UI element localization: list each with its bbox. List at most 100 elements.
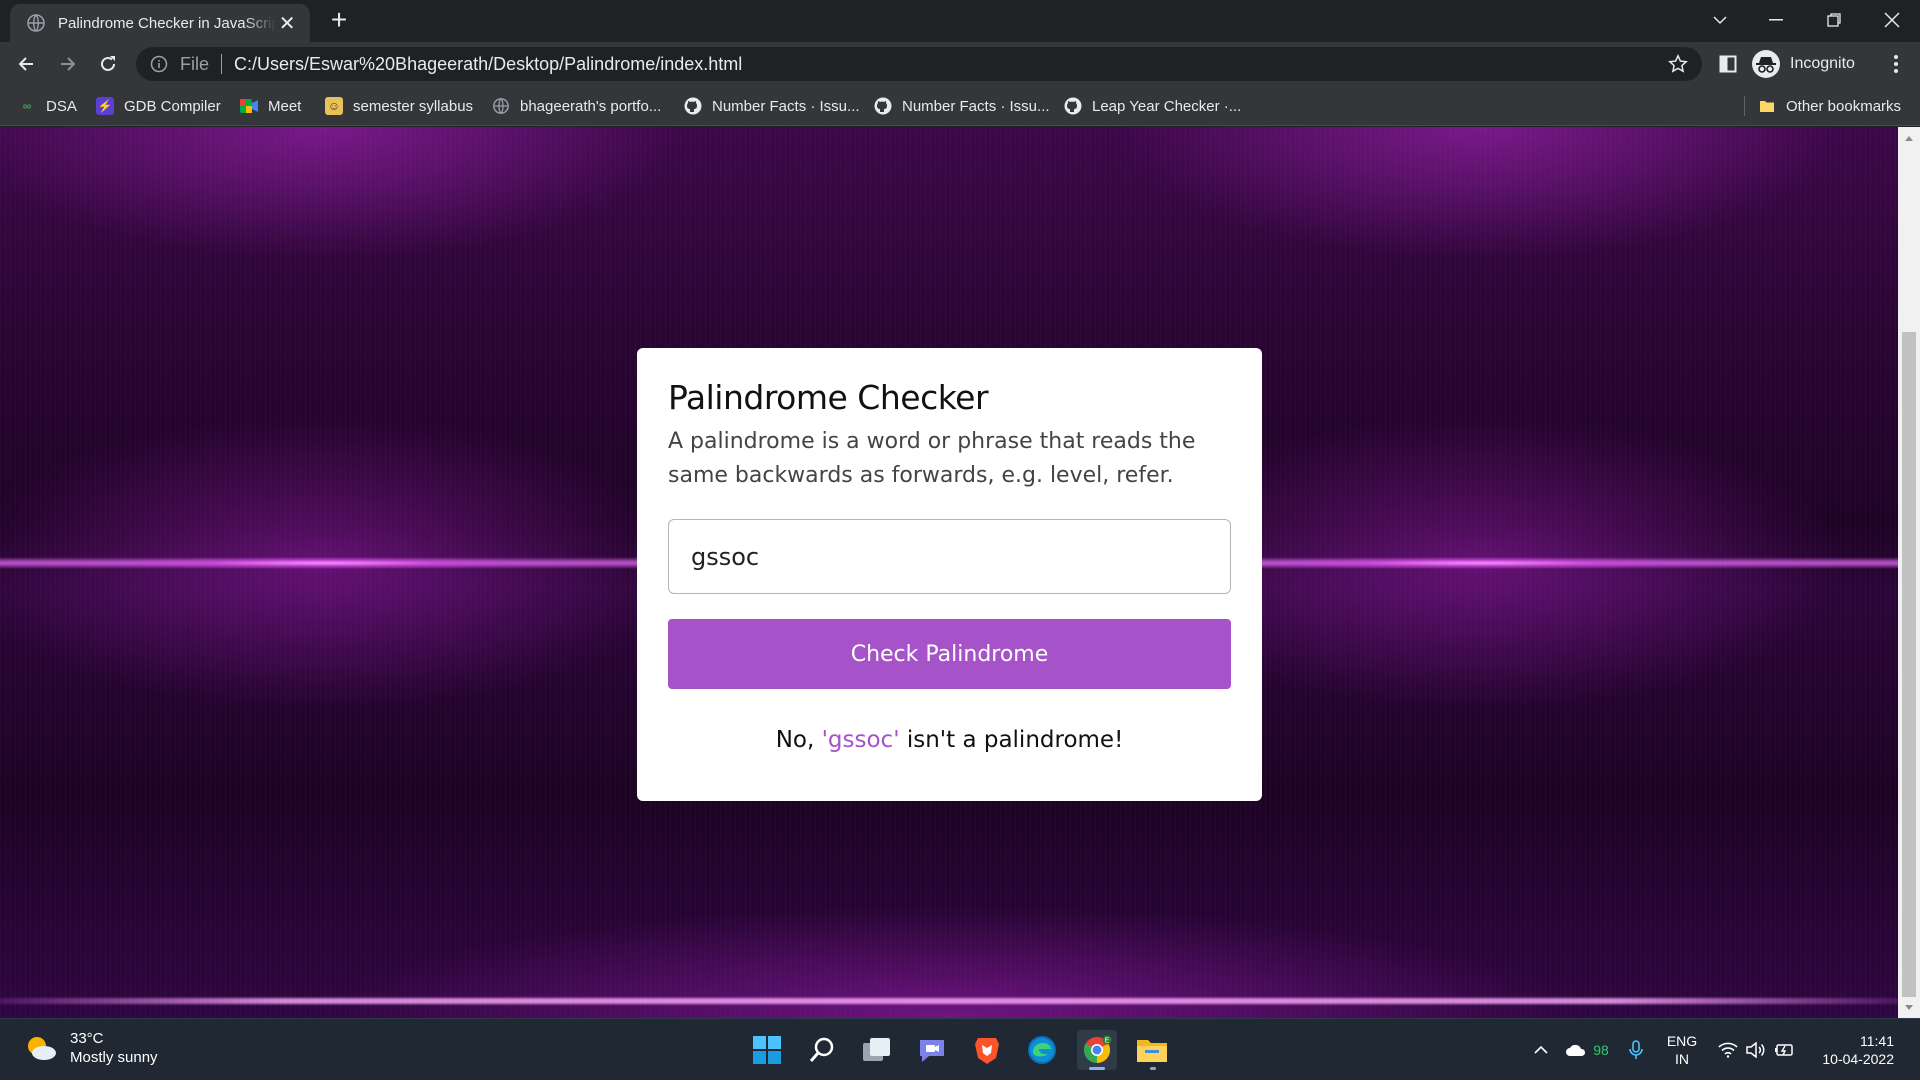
back-icon[interactable] [10, 48, 42, 80]
bookmark-gdb-compiler[interactable]: ⚡ GDB Compiler [96, 86, 221, 126]
url-text[interactable]: C:/Users/Eswar%20Bhageerath/Desktop/Pali… [234, 54, 742, 75]
onedrive-tray[interactable]: 98 [1558, 1019, 1616, 1080]
github-icon [1064, 97, 1082, 115]
bookmark-meet[interactable]: Meet [240, 86, 301, 126]
bookmark-label: Leap Year Checker ·... [1092, 97, 1242, 115]
quick-settings-button[interactable] [1716, 1019, 1796, 1080]
chat-icon [920, 1040, 944, 1062]
description-text: A palindrome is a word or phrase that re… [668, 429, 1196, 488]
reload-icon[interactable] [92, 48, 124, 80]
bookmark-portfolio[interactable]: bhageerath's portfo... [492, 86, 661, 126]
scheme-label: File [180, 53, 210, 74]
chevron-up-icon [1534, 1045, 1548, 1054]
result-message: No, 'gssoc' isn't a palindrome! [668, 727, 1231, 753]
incognito-icon [1752, 50, 1780, 78]
profile-label: Incognito [1790, 55, 1855, 72]
svg-text:E: E [1105, 1038, 1110, 1045]
tab-close-icon[interactable]: ✕ [276, 11, 298, 36]
bookmark-label: Number Facts · Issu... [902, 97, 1050, 115]
other-bookmarks[interactable]: Other bookmarks [1758, 86, 1901, 126]
incognito-profile-button[interactable]: Incognito [1752, 48, 1855, 80]
language-indicator[interactable]: ENG IN [1660, 1019, 1704, 1080]
start-button[interactable] [747, 1030, 787, 1070]
clock-time: 11:41 [1860, 1033, 1894, 1049]
battery-icon [1775, 1044, 1793, 1056]
restore-icon[interactable] [1806, 0, 1862, 40]
weather-text: 33°C Mostly sunny [70, 1029, 158, 1067]
scroll-down-icon[interactable] [1904, 1003, 1914, 1013]
tab-strip: Palindrome Checker in JavaScript ✕ + [0, 0, 1920, 42]
dsa-icon: ∞ [22, 99, 32, 113]
bookmark-dsa[interactable]: ∞ DSA [18, 86, 77, 126]
chrome-icon: E [1083, 1035, 1112, 1064]
edge-button[interactable] [1022, 1030, 1062, 1070]
wifi-icon [1718, 1042, 1738, 1058]
taskbar-search-button[interactable] [802, 1030, 842, 1070]
more-menu-icon[interactable] [1880, 48, 1912, 80]
info-icon[interactable] [150, 55, 168, 73]
browser-tab[interactable]: Palindrome Checker in JavaScript ✕ [10, 4, 310, 42]
result-prefix: No, [775, 727, 822, 753]
task-view-button[interactable] [857, 1030, 897, 1070]
bookmark-number-facts-1[interactable]: Number Facts · Issu... [684, 86, 860, 126]
show-hidden-icons-button[interactable] [1530, 1019, 1552, 1080]
bookmark-label: Meet [268, 97, 302, 115]
bookmark-label: semester syllabus [353, 97, 474, 115]
chat-button[interactable] [912, 1030, 952, 1070]
microphone-tray[interactable] [1622, 1019, 1650, 1080]
check-palindrome-button[interactable]: Check Palindrome [668, 619, 1231, 689]
bookmark-semester-syllabus[interactable]: ☺ semester syllabus [325, 86, 473, 126]
background-glow-line [0, 998, 1898, 1004]
language-code: ENG [1666, 1033, 1698, 1049]
clock-date: 10-04-2022 [1822, 1051, 1894, 1067]
bookmark-number-facts-2[interactable]: Number Facts · Issu... [874, 86, 1050, 126]
weather-widget[interactable]: 33°C Mostly sunny [24, 1029, 158, 1067]
forward-icon[interactable] [52, 48, 84, 80]
folder-icon [1758, 97, 1776, 115]
brave-icon [975, 1038, 999, 1064]
clock[interactable]: 11:41 10-04-2022 [1806, 1019, 1896, 1080]
scrollbar-thumb[interactable] [1902, 332, 1916, 997]
syllabus-icon: ☺ [325, 97, 343, 115]
file-explorer-button[interactable] [1132, 1030, 1172, 1070]
microphone-icon [1629, 1040, 1643, 1059]
volume-icon [1746, 1042, 1765, 1058]
tab-title: Palindrome Checker in JavaScript [58, 14, 277, 32]
github-icon [684, 97, 702, 115]
bookmarks-bar: ∞ DSA ⚡ GDB Compiler Meet ☺ semester syl… [0, 86, 1920, 126]
meet-icon [240, 97, 258, 115]
brave-button[interactable] [967, 1030, 1007, 1070]
sunny-weather-icon [24, 1033, 58, 1063]
scroll-up-icon[interactable] [1904, 133, 1914, 143]
chrome-button[interactable]: E [1077, 1030, 1117, 1070]
side-panel-icon[interactable] [1712, 48, 1744, 80]
task-view-icon [863, 1038, 890, 1061]
palindrome-card: Palindrome Checker A palindrome is a wor… [637, 348, 1262, 801]
bookmark-label: DSA [46, 97, 77, 115]
running-app-indicator [1150, 1067, 1156, 1070]
address-bar[interactable]: File C:/Users/Eswar%20Bhageerath/Desktop… [136, 47, 1702, 81]
cloud-icon [1566, 1044, 1586, 1056]
close-window-icon[interactable] [1864, 0, 1920, 40]
region-code: IN [1675, 1051, 1689, 1067]
taskbar: 33°C Mostly sunny E 98 ENG IN 11:41 10-0… [0, 1018, 1920, 1080]
new-tab-button[interactable]: + [324, 6, 354, 36]
clock-text: 11:41 10-04-2022 [1808, 1032, 1894, 1068]
result-suffix: isn't a palindrome! [899, 727, 1124, 753]
browser-toolbar: File C:/Users/Eswar%20Bhageerath/Desktop… [0, 42, 1920, 86]
bookmark-star-icon[interactable] [1668, 54, 1688, 74]
bookmark-label: Number Facts · Issu... [712, 97, 860, 115]
word-input[interactable] [668, 519, 1231, 594]
globe-icon [492, 97, 510, 115]
tray-badge-count: 98 [1593, 1042, 1609, 1058]
minimize-icon[interactable] [1748, 0, 1804, 40]
github-icon [874, 97, 892, 115]
bookmark-label: bhageerath's portfo... [520, 97, 662, 115]
active-app-indicator [1089, 1067, 1105, 1070]
file-explorer-icon [1137, 1040, 1167, 1062]
page-scrollbar[interactable] [1898, 127, 1920, 1018]
search-icon [809, 1037, 834, 1062]
bookmark-leap-year-checker[interactable]: Leap Year Checker ·... [1064, 86, 1241, 126]
tab-search-icon[interactable] [1692, 0, 1748, 40]
gdb-icon: ⚡ [96, 97, 114, 115]
